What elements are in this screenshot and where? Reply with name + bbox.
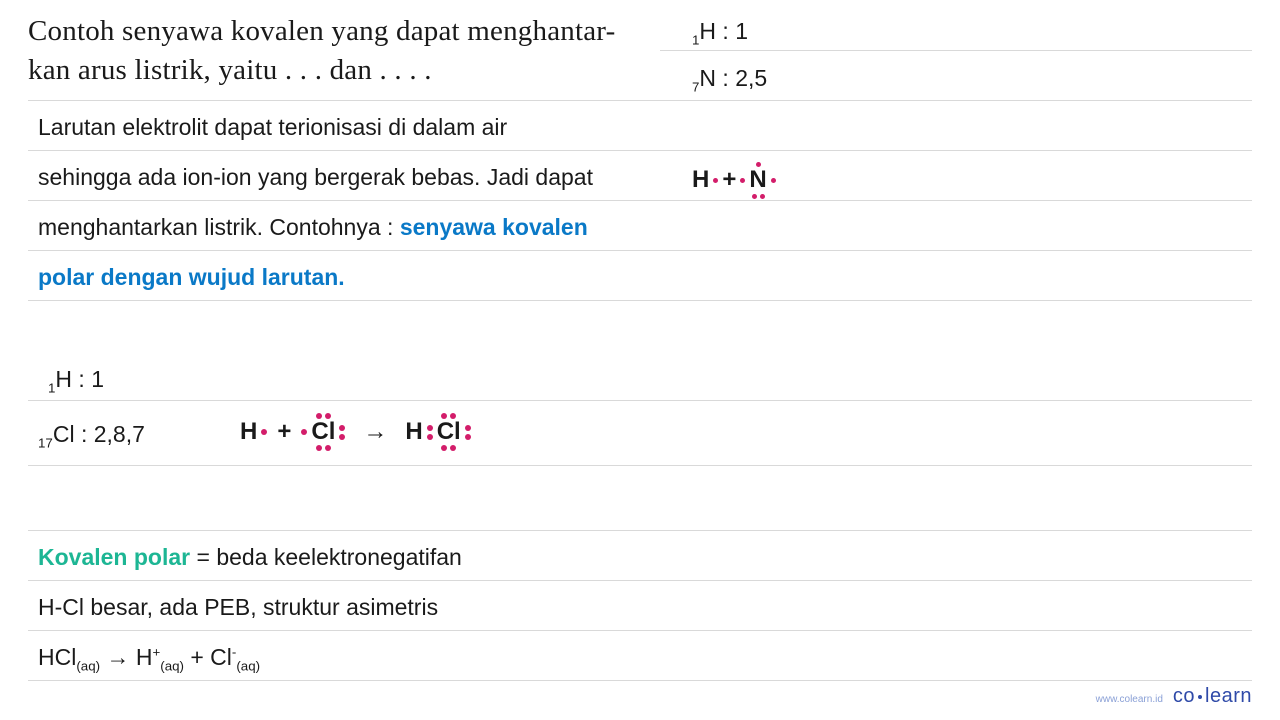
lewis-h-n: H + N [692, 160, 1252, 200]
config-h-value: : 1 [716, 18, 748, 44]
electron-dot-icon [713, 178, 718, 183]
atom-cl-label: Cl [437, 420, 461, 444]
reactant-cl: Cl [311, 412, 335, 452]
rule-line [28, 100, 1252, 101]
atom-n-label: N [749, 168, 766, 192]
kovalen-polar-line: Kovalen polar = beda keelektronegatifan [38, 543, 1252, 573]
eq-cl-charge: - [232, 644, 236, 659]
lewis-h-atom: H [692, 166, 709, 194]
reactant-h: H [240, 416, 257, 447]
explain-3a: menghantarkan listrik. Contohnya : [38, 214, 400, 240]
rule-line [28, 200, 1252, 201]
config-h-symbol: H [699, 18, 716, 44]
config-h-text-left: H : 1 [55, 366, 104, 392]
brand-logo: colearn [1173, 685, 1252, 708]
question-line-1: Contoh senyawa kovalen yang dapat mengha… [28, 15, 615, 47]
electron-dot-icon [325, 445, 331, 451]
bond-pair-icon [427, 425, 433, 440]
rule-line [28, 150, 1252, 151]
footer-brand: www.colearn.id colearn [1096, 685, 1252, 708]
electron-dot-icon [752, 194, 757, 199]
eq-cl-ion: Cl [210, 644, 232, 670]
kovalen-polar-term: Kovalen polar [38, 544, 190, 570]
config-cl-sub: 17 [38, 436, 53, 451]
rule-line [660, 50, 1252, 51]
lone-pair-icon [465, 425, 471, 440]
rule-line [28, 300, 1252, 301]
plus-sign: + [277, 416, 291, 447]
rule-line [28, 465, 1252, 466]
electron-dot-icon [760, 194, 765, 199]
electron-dot-icon [316, 445, 322, 451]
brand-dot-icon [1198, 695, 1202, 699]
explain-line-4: polar dengan wujud larutan. [38, 263, 1252, 293]
config-cl-text: Cl : 2,8,7 [53, 421, 145, 447]
electron-dot-icon [771, 178, 776, 183]
arrow-icon: → [363, 416, 387, 447]
rule-line [28, 680, 1252, 681]
eq-h-charge: + [152, 644, 160, 659]
atom-cl-label: Cl [311, 420, 335, 444]
product-cl: Cl [437, 412, 461, 452]
plus-sign: + [722, 166, 736, 194]
lone-pair-icon [339, 425, 345, 440]
brand-learn: learn [1205, 685, 1252, 707]
electron-dot-icon [441, 445, 447, 451]
plus-sign: + [190, 644, 210, 670]
brand-co: co [1173, 685, 1195, 707]
question-line-2: kan arus listrik, yaitu . . . dan . . . … [28, 54, 432, 86]
lewis-hcl-reaction: H + Cl → H Cl [240, 412, 1252, 452]
arrow-icon: → [106, 644, 135, 670]
electron-dot-icon [261, 429, 267, 435]
eq-h-ion: H [136, 644, 153, 670]
config-n-top: 7N : 2,5 [692, 65, 1252, 95]
page: Contoh senyawa kovalen yang dapat mengha… [0, 0, 1280, 720]
eq-aq: (aq) [76, 659, 100, 674]
eq-hcl: HCl [38, 644, 76, 670]
config-n-value: : 2,5 [716, 65, 767, 91]
hcl-properties-line: H-Cl besar, ada PEB, struktur asimetris [38, 593, 1252, 623]
config-h-top: 1H : 1 [692, 18, 1252, 48]
rule-line [28, 250, 1252, 251]
kovalen-polar-def: = beda keelektronegatifan [190, 544, 462, 570]
explain-line-1: Larutan elektrolit dapat terionisasi di … [38, 113, 1252, 143]
rule-line [28, 400, 1252, 401]
rule-line [28, 630, 1252, 631]
eq-aq: (aq) [160, 659, 184, 674]
explain-line-3: menghantarkan listrik. Contohnya : senya… [38, 213, 1252, 243]
hcl-ionization-eq: HCl(aq) → H+(aq) + Cl-(aq) [38, 643, 1252, 675]
rule-line [28, 580, 1252, 581]
product-h: H [405, 416, 422, 447]
config-n-symbol: N [699, 65, 716, 91]
lewis-n-atom: N [749, 160, 766, 200]
rule-line [28, 530, 1252, 531]
electron-dot-icon [450, 445, 456, 451]
electron-dot-icon [740, 178, 745, 183]
electron-dot-icon [301, 429, 307, 435]
config-h-left: 1H : 1 [48, 365, 1252, 397]
footer-url: www.colearn.id [1096, 694, 1163, 705]
eq-aq: (aq) [236, 659, 260, 674]
question-heading: Contoh senyawa kovalen yang dapat mengha… [28, 12, 648, 90]
explain-3b-highlight: senyawa kovalen [400, 214, 588, 240]
